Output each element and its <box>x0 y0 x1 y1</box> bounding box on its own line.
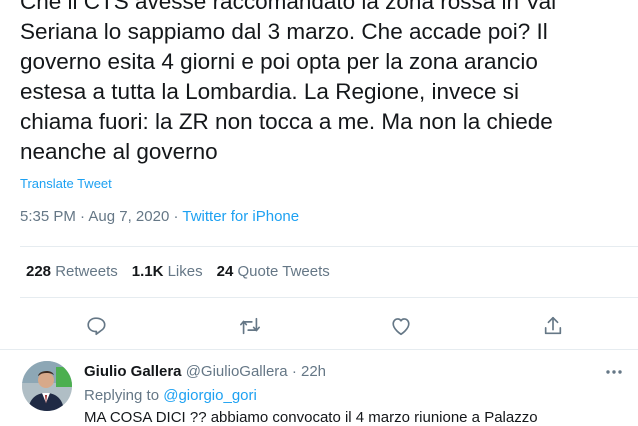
divider <box>20 297 638 298</box>
reply-author-name[interactable]: Giulio Gallera <box>84 363 182 380</box>
likes-label: Likes <box>167 263 203 280</box>
tweet-time[interactable]: 5:35 PM <box>20 208 76 225</box>
meta-separator: · <box>173 208 179 225</box>
likes-stat[interactable]: 1.1K Likes <box>132 263 203 280</box>
replying-to-label: Replying to <box>84 387 160 404</box>
tweet-text: Che il CTS avesse raccomandato la zona r… <box>20 0 557 164</box>
translate-tweet-link[interactable]: Translate Tweet <box>20 176 112 191</box>
share-icon <box>544 316 562 335</box>
tweet-source-link[interactable]: Twitter for iPhone <box>182 208 299 225</box>
likes-count: 1.1K <box>131 263 164 280</box>
reply-text: MA COSA DICI ?? abbiamo convocato il 4 m… <box>84 409 538 426</box>
replying-to: Replying to @giorgio_gori <box>84 387 257 404</box>
profile-photo <box>22 361 72 411</box>
more-options-icon[interactable] <box>604 362 624 382</box>
like-icon <box>392 318 410 336</box>
reply-button[interactable] <box>82 312 110 340</box>
reply-time[interactable]: 22h <box>301 363 326 380</box>
tweet-stats: 228 Retweets 1.1K Likes 24 Quote Tweets <box>26 263 330 280</box>
avatar[interactable] <box>22 361 72 411</box>
divider <box>0 349 638 350</box>
quote-tweets-count: 24 <box>216 263 234 280</box>
meta-separator: · <box>291 363 297 380</box>
quote-tweets-label: Quote Tweets <box>237 263 330 280</box>
quote-tweets-stat[interactable]: 24 Quote Tweets <box>217 263 330 280</box>
reply-author-handle[interactable]: @GiulioGallera <box>186 363 288 380</box>
like-button[interactable] <box>387 312 415 340</box>
tweet-actions-bar <box>0 312 638 340</box>
retweet-button[interactable] <box>236 312 264 340</box>
reply-header: Giulio Gallera @GiulioGallera · 22h <box>84 363 326 380</box>
divider <box>20 246 638 247</box>
share-button[interactable] <box>539 312 567 340</box>
tweet-meta: 5:35 PM · Aug 7, 2020 · Twitter for iPho… <box>20 208 299 225</box>
reply-icon <box>87 317 106 336</box>
meta-separator: · <box>80 208 86 225</box>
retweets-label: Retweets <box>55 263 118 280</box>
retweets-stat[interactable]: 228 Retweets <box>26 263 118 280</box>
tweet-date[interactable]: Aug 7, 2020 <box>88 208 169 225</box>
retweets-count: 228 <box>26 263 52 280</box>
retweet-icon <box>240 317 260 335</box>
replying-to-mention[interactable]: @giorgio_gori <box>163 387 257 404</box>
